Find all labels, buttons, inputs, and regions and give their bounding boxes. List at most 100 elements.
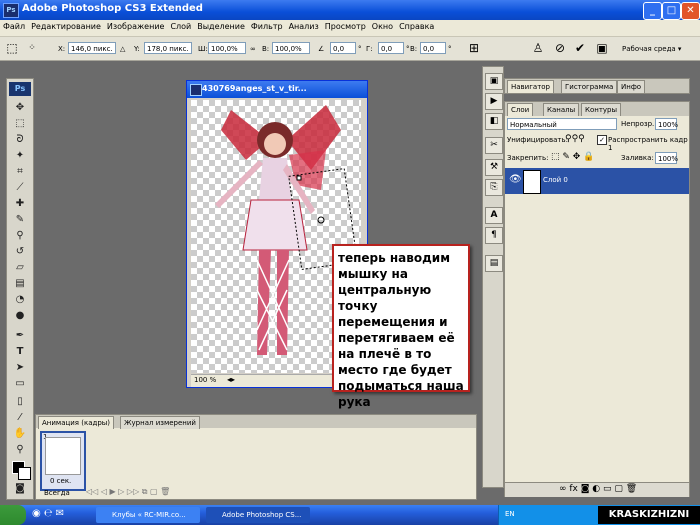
animation-panel: Анимация (кадры) Журнал измерений 1 0 се… [35,414,477,500]
minimize-button[interactable]: _ [643,2,662,20]
puppet-icon[interactable]: ♙ [530,41,546,56]
tab-layers[interactable]: Слои [507,103,534,116]
cancel-transform-icon[interactable]: ⊘ [552,41,568,56]
eraser-tool-icon[interactable]: ▱ [11,261,29,275]
loop-select[interactable]: Всегда [44,489,70,497]
menu-layer[interactable]: Слой [167,20,194,31]
tab-histogram[interactable]: Гистограмма [561,80,618,93]
tab-channels[interactable]: Каналы [543,103,580,116]
menu-image[interactable]: Изображение [104,20,168,31]
stamp-tool-icon[interactable]: ⚲ [11,229,29,243]
transform-tool-icon[interactable]: ⬚ [4,41,20,56]
workspace-menu[interactable]: Рабочая среда ▾ [622,45,681,53]
warp-icon[interactable]: ⊞ [466,41,482,56]
character-panel-icon[interactable]: A [485,207,503,224]
zoom-level[interactable]: 100 % [194,376,216,384]
actions-panel-icon[interactable]: ▶ [485,93,503,110]
ps-app-icon: Ps [3,3,19,18]
panel-dock-icons: ▣ ▶ ◧ ✂ ⚒ ⎘ A ¶ ▤ [482,66,504,488]
menu-window[interactable]: Окно [369,20,396,31]
layer-row[interactable]: 👁 Слой 0 [505,168,689,194]
window-title: Adobe Photoshop CS3 Extended [22,3,203,14]
magic-wand-tool-icon[interactable]: ✦ [11,149,29,163]
link-icon[interactable]: ∞ [250,45,256,53]
unify-icons[interactable]: ⚲⚲⚲ [565,134,585,144]
menu-edit[interactable]: Редактирование [28,20,104,31]
opacity-field[interactable]: 100% [655,118,678,130]
workspace-icon[interactable]: ▣ [594,41,610,56]
path-select-tool-icon[interactable]: ➤ [11,361,29,375]
tab-animation-frames[interactable]: Анимация (кадры) [38,416,115,429]
frame-delay[interactable]: 0 сек. [50,477,71,485]
start-button[interactable] [0,505,26,525]
tab-measurement-log[interactable]: Журнал измерений [120,416,200,429]
crop-tool-icon[interactable]: ⌗ [11,165,29,179]
eyedropper-tool-icon[interactable]: ⁄ [11,411,29,425]
tab-navigator[interactable]: Навигатор [507,80,554,93]
height-field[interactable]: 100,0% [272,42,310,54]
animation-frame-1[interactable]: 1 0 сек. [40,431,86,491]
x-field[interactable]: 146,0 пикс. [68,42,116,54]
menu-analysis[interactable]: Анализ [286,20,322,31]
layer-comps-icon[interactable]: ▤ [485,255,503,272]
animation-tab-bar: Анимация (кадры) Журнал измерений [36,415,476,429]
type-tool-icon[interactable]: T [11,345,29,359]
close-button[interactable]: ✕ [681,2,700,20]
notes-tool-icon[interactable]: ▯ [11,395,29,409]
marquee-tool-icon[interactable]: ⬚ [11,117,29,131]
history-panel-icon[interactable]: ◧ [485,113,503,130]
navigator-panel-icon[interactable]: ▣ [485,73,503,90]
paragraph-panel-icon[interactable]: ¶ [485,227,503,244]
quicklaunch-icons[interactable]: ◉ ℮ ✉ [32,508,64,519]
maximize-button[interactable]: □ [662,2,681,20]
layer-actions-icons[interactable]: ∞ fx ◙ ◐ ▭ ▢ 🗑 [559,484,637,494]
move-tool-icon[interactable]: ✥ [11,101,29,115]
zoom-tool-icon[interactable]: ⚲ [11,443,29,457]
propagate-checkbox[interactable]: ✓ [597,135,607,145]
hand-tool-icon[interactable]: ✋ [11,427,29,441]
tab-info[interactable]: Инфо [617,80,646,93]
angle-field[interactable]: 0,0 [330,42,356,54]
layer-name[interactable]: Слой 0 [543,176,568,184]
task-photoshop[interactable]: Adobe Photoshop CS... [206,507,310,523]
menu-filter[interactable]: Фильтр [248,20,286,31]
lasso-tool-icon[interactable]: ᘐ [11,133,29,147]
relative-position-icon[interactable]: △ [120,45,125,53]
task-browser[interactable]: Клубы « RC-MIR.co... [96,507,200,523]
document-title-bar[interactable]: 430769anges_st_v_tir... [187,81,367,98]
tab-paths[interactable]: Контуры [581,103,622,116]
brushes-panel-icon[interactable]: ⚒ [485,159,503,176]
blur-tool-icon[interactable]: ◔ [11,293,29,307]
dodge-tool-icon[interactable]: ● [11,309,29,323]
brush-tool-icon[interactable]: ✎ [11,213,29,227]
commit-transform-icon[interactable]: ✔ [572,41,588,56]
lock-icons[interactable]: ⬚ ✎ ✥ 🔒 [551,152,594,162]
menu-help[interactable]: Справка [396,20,437,31]
hskew-field[interactable]: 0,0 [378,42,404,54]
background-color-swatch[interactable] [18,467,31,480]
slice-tool-icon[interactable]: ⟋ [11,181,29,195]
menu-file[interactable]: Файл [0,20,28,31]
history-brush-icon[interactable]: ↺ [11,245,29,259]
angle-icon: ∠ [318,45,325,53]
playback-controls[interactable]: ◁◁ ◁ ▶ ▷ ▷▷ ⧉ ▢ 🗑 [86,487,170,497]
reference-point-icon[interactable]: ⁘ [24,41,40,56]
width-field[interactable]: 100,0% [208,42,246,54]
vskew-field[interactable]: 0,0 [420,42,446,54]
clone-source-icon[interactable]: ⎘ [485,179,503,196]
pen-tool-icon[interactable]: ✒ [11,329,29,343]
status-menu-icon[interactable]: ◂▸ [227,375,235,384]
fill-field[interactable]: 100% [655,152,678,164]
gradient-tool-icon[interactable]: ▤ [11,277,29,291]
shape-tool-icon[interactable]: ▭ [11,377,29,391]
blend-mode-select[interactable]: Нормальный [507,118,617,130]
quick-mask-icon[interactable]: ◙ [11,482,29,496]
vskew-unit: ° [448,45,452,53]
menu-select[interactable]: Выделение [194,20,248,31]
healing-tool-icon[interactable]: ✚ [11,197,29,211]
language-indicator[interactable]: EN [505,510,515,518]
eye-icon[interactable]: 👁 [509,174,522,185]
tool-presets-icon[interactable]: ✂ [485,137,503,154]
y-field[interactable]: 178,0 пикс. [144,42,192,54]
menu-view[interactable]: Просмотр [322,20,369,31]
